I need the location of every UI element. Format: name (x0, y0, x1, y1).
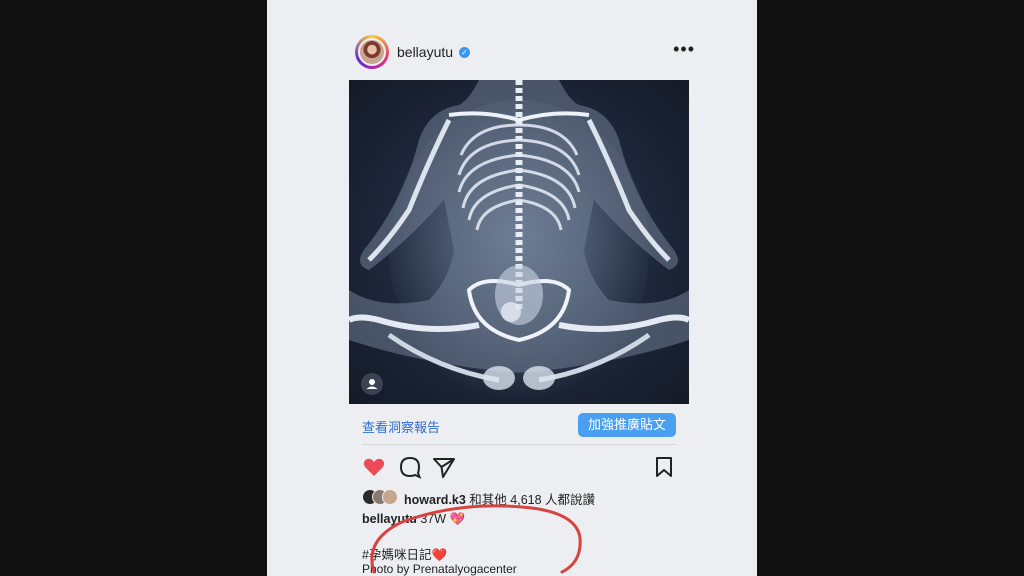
post-actions (362, 455, 676, 479)
xray-skeleton-image (349, 80, 689, 400)
share-send-icon[interactable] (432, 455, 456, 479)
insights-bar: 查看洞察報告 加強推廣貼文 (362, 413, 676, 439)
post-header: bellayutu ✓ ••• (355, 35, 695, 71)
view-insights-link[interactable]: 查看洞察報告 (362, 417, 440, 436)
post-image[interactable] (349, 80, 689, 404)
annotation-circle (370, 504, 582, 574)
tagged-user-icon[interactable] (361, 373, 383, 395)
bookmark-icon[interactable] (652, 455, 676, 479)
comment-icon[interactable] (398, 455, 422, 479)
divider (362, 444, 676, 445)
post-username[interactable]: bellayutu (397, 44, 453, 60)
avatar[interactable] (355, 35, 389, 69)
verified-badge-icon: ✓ (459, 47, 470, 58)
like-heart-icon[interactable] (362, 455, 386, 479)
more-options-icon[interactable]: ••• (673, 39, 695, 60)
boost-post-button[interactable]: 加強推廣貼文 (577, 413, 676, 437)
instagram-post-screen: bellayutu ✓ ••• 查看洞察報告 加強推廣貼文 howard.k3 … (267, 0, 757, 576)
